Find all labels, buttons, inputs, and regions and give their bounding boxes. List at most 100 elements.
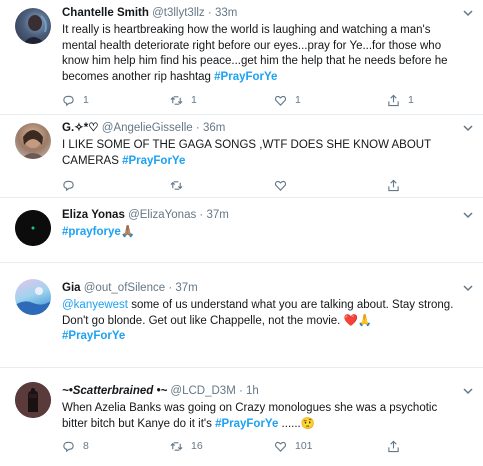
reply-icon [63, 95, 74, 106]
tweet-actions [62, 177, 462, 193]
tweet-header: ~•Scatterbrained •~ @LCD_D3M · 1h [62, 384, 461, 399]
retweet-icon [170, 95, 183, 105]
tweet-text: I LIKE SOME OF THE GAGA SONGS ,WTF DOES … [62, 138, 461, 169]
avatar[interactable] [15, 123, 51, 159]
separator: · [168, 282, 173, 294]
display-name[interactable]: Chantelle Smith [62, 7, 149, 19]
share-count: 1 [408, 94, 414, 106]
emoji: 🤨 [300, 417, 316, 430]
heart-icon [274, 95, 287, 106]
reply-count: 8 [83, 440, 89, 452]
tweet-text: It really is heartbreaking how the world… [62, 23, 461, 85]
tweet[interactable]: Gia @out_ofSilence · 37m @kanyewest some… [0, 263, 483, 368]
timestamp[interactable]: 1h [246, 385, 259, 397]
tweet-header: Chantelle Smith @t3llyt3llz · 33m [62, 6, 461, 21]
chevron-down-icon[interactable] [461, 6, 475, 20]
chevron-down-icon[interactable] [461, 121, 475, 135]
avatar[interactable] [15, 210, 51, 246]
like-button[interactable]: 101 [274, 438, 313, 454]
reply-button[interactable]: 8 [62, 438, 89, 454]
tweet-feed: Chantelle Smith @t3llyt3llz · 33m It rea… [0, 0, 483, 466]
display-name[interactable]: Eliza Yonas [62, 209, 125, 221]
retweet-icon [170, 441, 183, 451]
tweet-content: Gia @out_ofSilence · 37m @kanyewest some… [62, 281, 461, 345]
handle[interactable]: @out_ofSilence [84, 282, 165, 294]
retweet-button[interactable]: 16 [170, 438, 203, 454]
tweet-header: G.✧*♡ @AngelieGisselle · 36m [62, 121, 461, 136]
reply-icon [63, 441, 74, 452]
avatar-image [15, 382, 51, 418]
like-count: 101 [295, 440, 313, 452]
separator: · [195, 122, 200, 134]
tweet-content: Eliza Yonas @ElizaYonas · 37m #prayforye… [62, 208, 461, 241]
chevron-down-icon[interactable] [461, 208, 475, 222]
like-button[interactable] [274, 177, 287, 193]
tweet-text: @kanyewest some of us understand what yo… [62, 298, 461, 345]
retweet-button[interactable]: 1 [170, 92, 197, 108]
handle[interactable]: @LCD_D3M [170, 385, 235, 397]
chevron-down-icon[interactable] [461, 281, 475, 295]
emoji: ❤️🙏 [343, 314, 373, 327]
tweet[interactable]: Eliza Yonas @ElizaYonas · 37m #prayforye… [0, 198, 483, 263]
tweet-content: Chantelle Smith @t3llyt3llz · 33m It rea… [62, 6, 461, 85]
tweet-header: Gia @out_ofSilence · 37m [62, 281, 461, 296]
tweet[interactable]: G.✧*♡ @AngelieGisselle · 36m I LIKE SOME… [0, 115, 483, 198]
avatar[interactable] [15, 382, 51, 418]
tweet-header: Eliza Yonas @ElizaYonas · 37m [62, 208, 461, 223]
share-icon [388, 440, 399, 452]
timestamp[interactable]: 37m [206, 209, 228, 221]
reply-icon [63, 180, 74, 191]
hashtag-link[interactable]: #PrayForYe [214, 71, 277, 83]
reply-count: 1 [83, 94, 89, 106]
tweet[interactable]: Chantelle Smith @t3llyt3llz · 33m It rea… [0, 0, 483, 115]
separator: · [207, 7, 212, 19]
reply-button[interactable]: 1 [62, 92, 89, 108]
tweet-actions: 8 16 101 [62, 438, 462, 454]
hashtag-link[interactable]: #PrayForYe [122, 155, 185, 167]
like-button[interactable]: 1 [274, 92, 301, 108]
share-icon [388, 179, 399, 191]
tweet-content: ~•Scatterbrained •~ @LCD_D3M · 1h When A… [62, 384, 461, 432]
display-name[interactable]: Gia [62, 282, 81, 294]
hashtag-link[interactable]: #PrayForYe [62, 330, 125, 342]
share-button[interactable] [387, 438, 400, 454]
tweet[interactable]: ~•Scatterbrained •~ @LCD_D3M · 1h When A… [0, 368, 483, 466]
tweet-content: G.✧*♡ @AngelieGisselle · 36m I LIKE SOME… [62, 121, 461, 169]
hashtag-link[interactable]: #PrayForYe [215, 418, 278, 430]
tweet-text: #prayforye🙏🏽 [62, 225, 461, 241]
avatar-image [15, 210, 51, 246]
avatar-image [15, 287, 51, 315]
separator: · [238, 385, 243, 397]
retweet-button[interactable] [170, 177, 183, 193]
display-name[interactable]: ~•Scatterbrained •~ [62, 385, 167, 397]
display-name[interactable]: G.✧*♡ [62, 122, 99, 134]
like-count: 1 [295, 94, 301, 106]
share-icon [388, 94, 399, 106]
heart-icon [274, 441, 287, 452]
tweet-body-text: I LIKE SOME OF THE GAGA SONGS ,WTF DOES … [62, 139, 431, 167]
trailing-text: ...... [278, 417, 301, 430]
tweet-actions: 1 1 1 1 [62, 92, 462, 108]
avatar[interactable] [15, 8, 51, 44]
retweet-icon [170, 180, 183, 190]
timestamp[interactable]: 37m [175, 282, 197, 294]
tweet-text: When Azelia Banks was going on Crazy mon… [62, 401, 461, 432]
hashtag-link[interactable]: #prayforye [62, 226, 121, 238]
avatar-image [23, 15, 47, 44]
avatar-image [21, 130, 45, 159]
retweet-count: 16 [191, 440, 203, 452]
mention-link[interactable]: @kanyewest [62, 299, 128, 311]
handle[interactable]: @AngelieGisselle [102, 122, 193, 134]
share-button[interactable]: 1 [387, 92, 414, 108]
timestamp[interactable]: 36m [203, 122, 225, 134]
share-button[interactable] [387, 177, 400, 193]
chevron-down-icon[interactable] [461, 384, 475, 398]
reply-button[interactable] [62, 177, 75, 193]
timestamp[interactable]: 33m [215, 7, 237, 19]
retweet-count: 1 [191, 94, 197, 106]
emoji: 🙏🏽 [120, 226, 136, 238]
separator: · [199, 209, 204, 221]
avatar[interactable] [15, 279, 51, 315]
handle[interactable]: @ElizaYonas [128, 209, 196, 221]
handle[interactable]: @t3llyt3llz [152, 7, 205, 19]
